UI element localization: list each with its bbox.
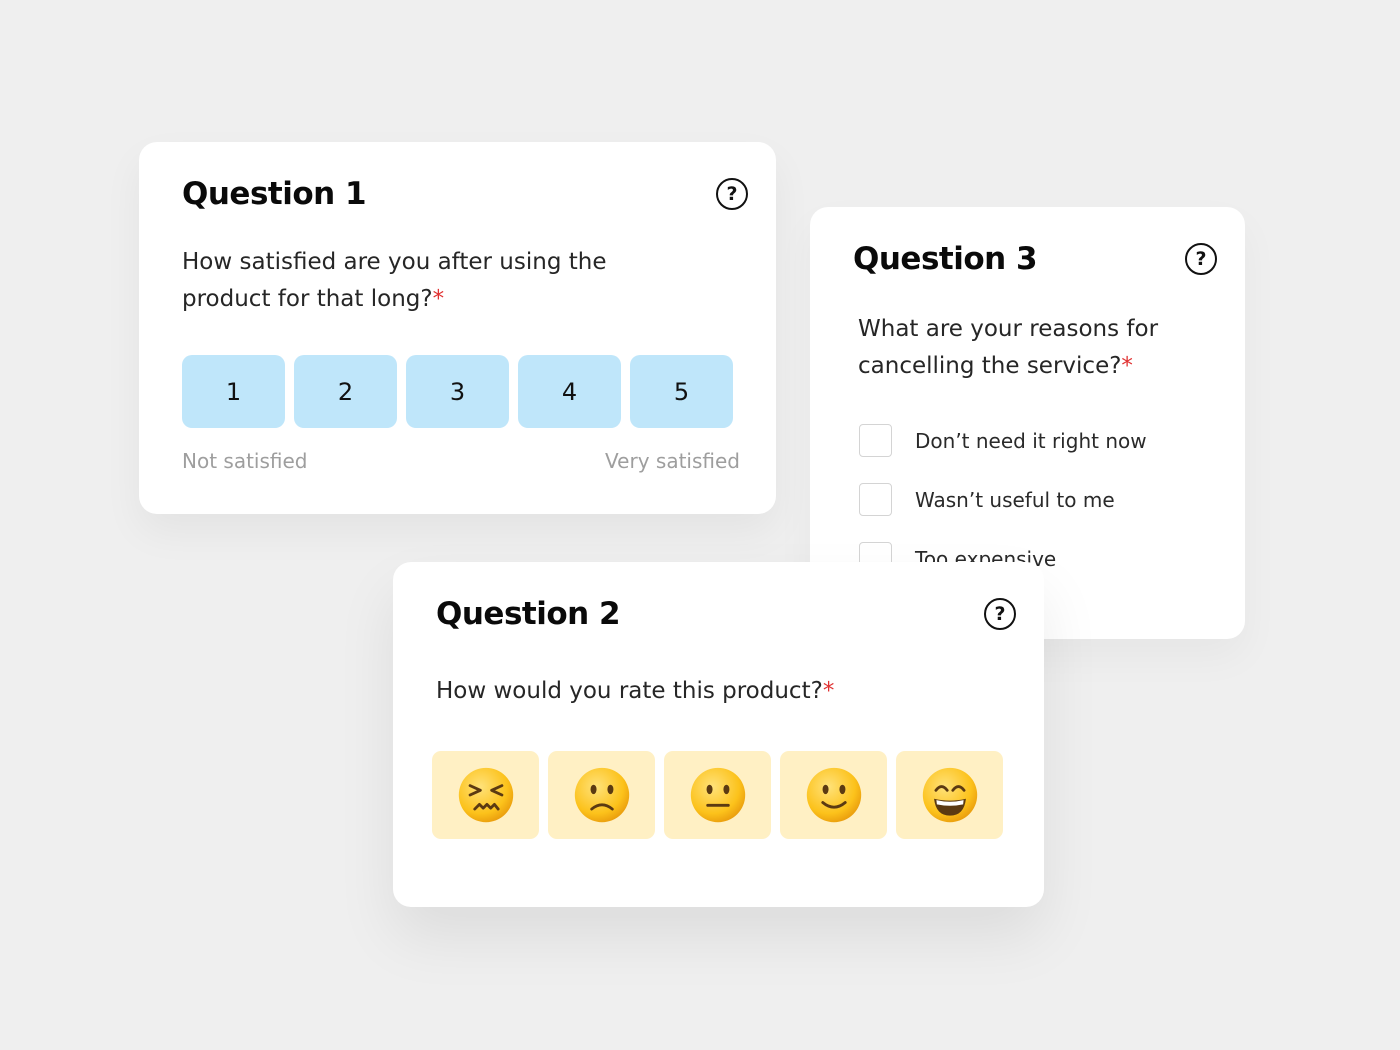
scale-button-2[interactable]: 2 bbox=[294, 355, 397, 428]
persevering-face-icon bbox=[458, 767, 513, 823]
question-2-text-body: How would you rate this product? bbox=[436, 678, 823, 704]
question-2-text: How would you rate this product?* bbox=[436, 673, 834, 710]
question-1-text-body: How satisfied are you after using the pr… bbox=[182, 249, 607, 312]
scale-button-3[interactable]: 3 bbox=[406, 355, 509, 428]
slightly-smiling-face-icon bbox=[806, 767, 861, 823]
emoji-rating-row bbox=[432, 751, 1003, 839]
option-label: Wasn’t useful to me bbox=[915, 487, 1115, 512]
rating-button-5[interactable] bbox=[896, 751, 1003, 839]
question-1-text: How satisfied are you after using the pr… bbox=[182, 244, 702, 318]
scale-button-5[interactable]: 5 bbox=[630, 355, 733, 428]
grinning-face-icon bbox=[922, 767, 977, 823]
rating-scale: 1 2 3 4 5 bbox=[182, 355, 733, 428]
option-row[interactable]: Don’t need it right now bbox=[859, 424, 1147, 457]
required-asterisk: * bbox=[1121, 353, 1133, 379]
question-2-card: Question 2 ? How would you rate this pro… bbox=[393, 562, 1044, 907]
question-mark-circle-icon[interactable]: ? bbox=[1185, 243, 1217, 275]
question-1-title: Question 1 bbox=[182, 176, 367, 212]
required-asterisk: * bbox=[432, 286, 445, 312]
question-mark-circle-icon[interactable]: ? bbox=[984, 598, 1016, 630]
checkbox[interactable] bbox=[859, 424, 892, 457]
option-label: Don’t need it right now bbox=[915, 428, 1147, 453]
scale-button-4[interactable]: 4 bbox=[518, 355, 621, 428]
question-2-title: Question 2 bbox=[436, 596, 621, 632]
required-asterisk: * bbox=[822, 678, 835, 704]
rating-button-3[interactable] bbox=[664, 751, 771, 839]
rating-button-1[interactable] bbox=[432, 751, 539, 839]
checkbox[interactable] bbox=[859, 483, 892, 516]
question-1-card: Question 1 ? How satisfied are you after… bbox=[139, 142, 776, 514]
neutral-face-icon bbox=[690, 767, 745, 823]
rating-button-4[interactable] bbox=[780, 751, 887, 839]
scale-button-1[interactable]: 1 bbox=[182, 355, 285, 428]
question-3-title: Question 3 bbox=[853, 241, 1038, 277]
question-mark-circle-icon[interactable]: ? bbox=[716, 178, 748, 210]
scale-high-label: Very satisfied bbox=[605, 449, 740, 473]
option-row[interactable]: Wasn’t useful to me bbox=[859, 483, 1115, 516]
slightly-frowning-face-icon bbox=[574, 767, 629, 823]
scale-low-label: Not satisfied bbox=[182, 449, 308, 473]
question-3-text: What are your reasons for cancelling the… bbox=[858, 311, 1228, 385]
question-3-text-body: What are your reasons for cancelling the… bbox=[858, 316, 1159, 379]
rating-button-2[interactable] bbox=[548, 751, 655, 839]
